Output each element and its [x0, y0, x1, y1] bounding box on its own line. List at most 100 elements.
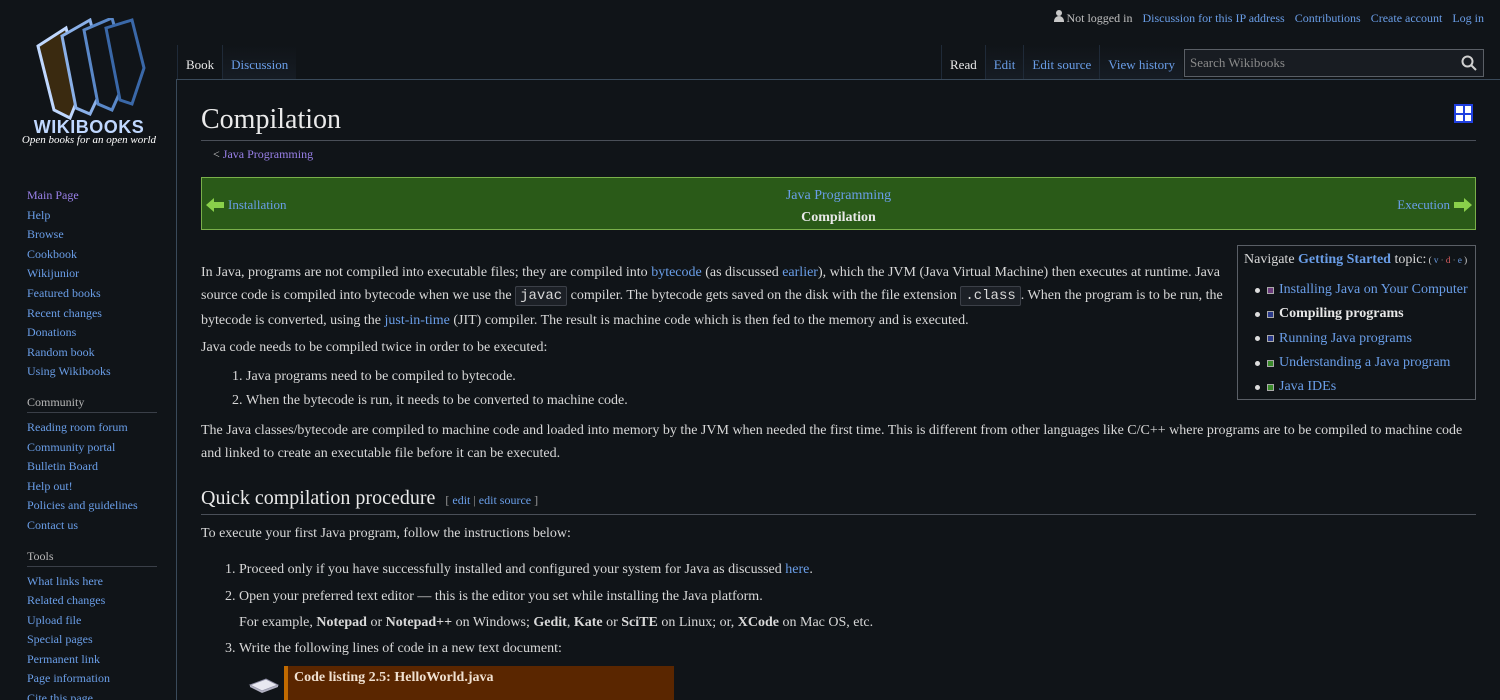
tools-heading: Tools: [27, 549, 157, 567]
navbox-suffix: topic:: [1390, 252, 1427, 267]
sidebar-item-recent-changes[interactable]: Recent changes: [27, 305, 157, 325]
sidebar-item-upload-file[interactable]: Upload file: [27, 612, 157, 632]
navbox-item-label[interactable]: Installing Java on Your Computer: [1279, 282, 1468, 298]
sidebar-item-bulletin-board[interactable]: Bulletin Board: [27, 458, 157, 478]
status-icon: [1267, 310, 1274, 318]
editor-name: SciTE: [621, 615, 658, 630]
navbox-item[interactable]: Java IDEs: [1244, 375, 1469, 399]
separator: |: [470, 493, 479, 507]
namespace-tabs: Book Discussion: [177, 45, 297, 79]
wikibooks-logo[interactable]: WIKIBOOKS Open books for an open world: [14, 14, 164, 154]
breadcrumb-link[interactable]: Java Programming: [223, 147, 313, 161]
talk-link[interactable]: Discussion for this IP address: [1142, 11, 1284, 26]
not-logged-in-label: Not logged in: [1066, 11, 1133, 25]
code-listing-caption: Code listing 2.5: HelloWorld.java: [284, 666, 674, 700]
tab-read[interactable]: Read: [941, 45, 985, 79]
view-tabs: Read Edit Edit source View history: [941, 45, 1183, 79]
contributions-link[interactable]: Contributions: [1295, 11, 1361, 26]
text: Open your preferred text editor — this i…: [239, 588, 763, 604]
search-box: [1184, 49, 1484, 77]
navbox-list: Installing Java on Your Computer Compili…: [1244, 278, 1469, 399]
instructions-intro: To execute your first Java program, foll…: [201, 526, 571, 541]
sidebar-item-wikijunior[interactable]: Wikijunior: [27, 265, 157, 285]
navbox-item[interactable]: Understanding a Java program: [1244, 351, 1469, 375]
arrow-right-icon: [1454, 198, 1472, 212]
next-chapter-link[interactable]: Execution: [1397, 197, 1472, 213]
sidebar-item-main-page[interactable]: Main Page: [27, 187, 157, 207]
intro-paragraph: In Java, programs are not compiled into …: [201, 261, 1236, 332]
sidebar-item-cite-this-page[interactable]: Cite this page: [27, 690, 157, 700]
navbox-item-label[interactable]: Running Java programs: [1279, 331, 1412, 347]
computer-icon: [248, 678, 280, 693]
search-button[interactable]: [1455, 49, 1483, 77]
bytecode-link[interactable]: bytecode: [651, 265, 702, 280]
here-link[interactable]: here: [785, 562, 809, 577]
sidebar-item-reading-room[interactable]: Reading room forum: [27, 419, 157, 439]
list-item: Java programs need to be compiled to byt…: [246, 365, 628, 389]
sidebar-item-what-links-here[interactable]: What links here: [27, 573, 157, 593]
book-title-link[interactable]: Java Programming: [786, 188, 891, 203]
vde-open: (: [1426, 255, 1434, 265]
next-chapter-label: Execution: [1397, 197, 1450, 212]
navbox-prefix: Navigate: [1244, 252, 1299, 267]
sidebar-item-browse[interactable]: Browse: [27, 226, 157, 246]
editor-name: Gedit: [533, 615, 567, 630]
sidebar-item-page-information[interactable]: Page information: [27, 670, 157, 690]
tab-edit[interactable]: Edit: [984, 45, 1024, 79]
navbox-item-label[interactable]: Java IDEs: [1279, 379, 1336, 395]
section-edit-source-link[interactable]: edit source: [479, 493, 531, 507]
navbox-item[interactable]: Running Java programs: [1244, 327, 1469, 351]
navbox-item-label[interactable]: Understanding a Java program: [1279, 355, 1450, 371]
sidebar-item-contact-us[interactable]: Contact us: [27, 517, 157, 537]
navbox-item[interactable]: Installing Java on Your Computer: [1244, 278, 1469, 302]
sidebar: Main Page Help Browse Cookbook Wikijunio…: [27, 187, 157, 700]
text: or: [602, 615, 622, 630]
sidebar-item-cookbook[interactable]: Cookbook: [27, 246, 157, 266]
tab-edit-source[interactable]: Edit source: [1023, 45, 1100, 79]
sidebar-item-using-wikibooks[interactable]: Using Wikibooks: [27, 363, 157, 383]
community-heading: Community: [27, 395, 157, 413]
sidebar-item-donations[interactable]: Donations: [27, 324, 157, 344]
grid-icon[interactable]: [1454, 104, 1473, 123]
not-logged-in: Not logged in: [1053, 10, 1132, 26]
text: on Windows;: [452, 615, 534, 630]
sidebar-item-featured-books[interactable]: Featured books: [27, 285, 157, 305]
sidebar-item-related-changes[interactable]: Related changes: [27, 592, 157, 612]
earlier-link[interactable]: earlier: [782, 265, 818, 280]
login-link[interactable]: Log in: [1452, 11, 1484, 26]
navbox-item-label: Compiling programs: [1279, 306, 1404, 322]
list-item: Proceed only if you have successfully in…: [239, 557, 1476, 584]
navbox-vde: ( v · d · e ): [1426, 255, 1468, 265]
editor-examples: For example, Notepad or Notepad++ on Win…: [239, 610, 1476, 636]
tab-discussion[interactable]: Discussion: [222, 45, 297, 79]
tab-view-history[interactable]: View history: [1099, 45, 1183, 79]
sidebar-item-special-pages[interactable]: Special pages: [27, 631, 157, 651]
status-icon: [1267, 383, 1274, 391]
sidebar-item-help[interactable]: Help: [27, 207, 157, 227]
jit-link[interactable]: just-in-time: [385, 313, 450, 328]
editor-name: Notepad++: [385, 615, 453, 630]
editor-name: Kate: [573, 615, 603, 630]
main-content: Compilation < Java Programming Installat…: [201, 100, 1476, 700]
section-heading-text: Quick compilation procedure: [201, 487, 436, 509]
vde-close: ): [1461, 255, 1468, 265]
javac-code: javac: [515, 286, 568, 307]
sidebar-item-policies[interactable]: Policies and guidelines: [27, 497, 157, 517]
tab-book[interactable]: Book: [177, 45, 223, 79]
create-account-link[interactable]: Create account: [1371, 11, 1443, 26]
current-chapter: Compilation: [801, 210, 876, 225]
status-icon: [1267, 335, 1274, 343]
topic-navbox: Navigate Getting Started topic: ( v · d …: [1237, 245, 1476, 400]
sidebar-item-community-portal[interactable]: Community portal: [27, 439, 157, 459]
book-navigation-bar: Installation Java Programming Compilatio…: [201, 177, 1476, 230]
search-icon: [1461, 55, 1477, 71]
search-input[interactable]: [1185, 50, 1455, 76]
sidebar-navigation: Main Page Help Browse Cookbook Wikijunio…: [27, 187, 157, 383]
text: Proceed only if you have successfully in…: [239, 562, 786, 577]
sidebar-item-permanent-link[interactable]: Permanent link: [27, 651, 157, 671]
compile-twice-paragraph: Java code needs to be compiled twice in …: [201, 340, 548, 355]
section-edit-link[interactable]: edit: [452, 493, 470, 507]
sidebar-item-help-out[interactable]: Help out!: [27, 478, 157, 498]
sidebar-item-random-book[interactable]: Random book: [27, 344, 157, 364]
navbox-topic-link[interactable]: Getting Started: [1298, 252, 1391, 267]
